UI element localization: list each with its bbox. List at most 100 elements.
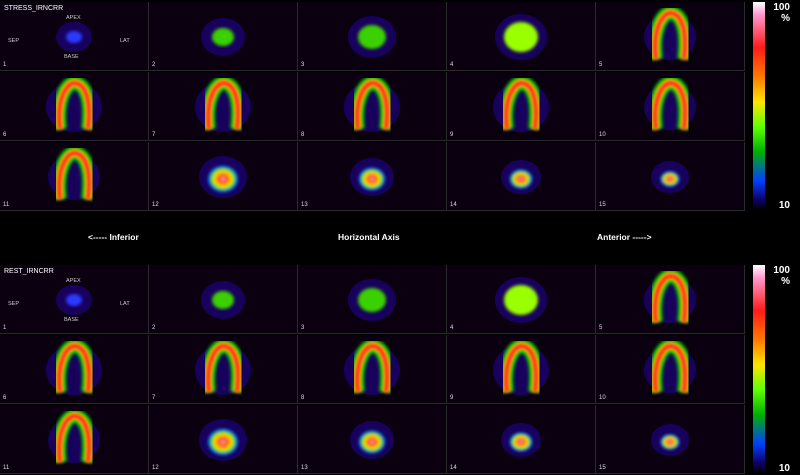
slice-5[interactable]: 5 [596, 2, 745, 71]
orientation-left: SEP [8, 301, 20, 307]
slice-number: 15 [599, 465, 606, 471]
slice-15[interactable]: 15 [596, 405, 745, 474]
slice-6[interactable]: 6 [0, 72, 149, 141]
slice-image [651, 424, 689, 456]
stress-title: STRESS_IRNCRR [4, 5, 64, 12]
slice-number: 10 [599, 395, 606, 401]
slice-number: 11 [3, 202, 10, 208]
slice-number: 7 [152, 132, 156, 138]
axis-label-row: <----- Inferior Horizontal Axis Anterior… [0, 232, 745, 252]
orientation-left: SEP [8, 38, 20, 44]
slice-image [348, 279, 396, 321]
slice-4[interactable]: 4 [447, 265, 596, 334]
slice-1[interactable]: 1 APEX SEP LAT BASE [0, 2, 149, 71]
slice-image [199, 419, 247, 461]
rest-scale-unit: % [781, 276, 790, 287]
slice-image [501, 423, 541, 457]
slice-number: 3 [301, 325, 305, 331]
apical-uptake [358, 430, 386, 454]
slice-1[interactable]: 1 APEX SEP LAT BASE [0, 265, 149, 334]
slice-image [344, 338, 400, 395]
slice-number: 4 [450, 325, 454, 331]
slice-number: 14 [450, 202, 457, 208]
axis-inferior-label: <----- Inferior [88, 232, 139, 242]
slice-number: 9 [450, 132, 454, 138]
slice-15[interactable]: 15 [596, 142, 745, 211]
slice-number: 12 [152, 465, 159, 471]
slice-number: 11 [3, 465, 10, 471]
slice-image [344, 75, 400, 132]
slice-image [495, 14, 547, 60]
slice-13[interactable]: 13 [298, 405, 447, 474]
orientation-top: APEX [66, 15, 81, 21]
slice-8[interactable]: 8 [298, 72, 447, 141]
axis-horizontal-label: Horizontal Axis [338, 232, 400, 242]
slice-number: 6 [3, 132, 7, 138]
slice-image [195, 338, 251, 395]
slice-2[interactable]: 2 [149, 2, 298, 71]
slice-14[interactable]: 14 [447, 405, 596, 474]
slice-number: 2 [152, 62, 156, 68]
slice-11[interactable]: 11 [0, 142, 149, 211]
axis-anterior-label: Anterior -----> [597, 232, 652, 242]
slice-image [493, 338, 549, 395]
uptake-region [504, 22, 538, 52]
slice-number: 4 [450, 62, 454, 68]
uptake-region [212, 291, 234, 309]
slice-7[interactable]: 7 [149, 72, 298, 141]
slice-4[interactable]: 4 [447, 2, 596, 71]
slice-3[interactable]: 3 [298, 265, 447, 334]
slice-number: 2 [152, 325, 156, 331]
orientation-bottom: BASE [64, 54, 79, 60]
slice-11[interactable]: 11 [0, 405, 149, 474]
slice-image [644, 75, 696, 130]
slice-6[interactable]: 6 [0, 335, 149, 404]
slice-2[interactable]: 2 [149, 265, 298, 334]
stress-color-scale: 100 % 10 [750, 2, 795, 212]
slice-image [644, 5, 696, 60]
slice-number: 15 [599, 202, 606, 208]
slice-image [651, 161, 689, 193]
slice-12[interactable]: 12 [149, 405, 298, 474]
slice-10[interactable]: 10 [596, 72, 745, 141]
slice-number: 7 [152, 395, 156, 401]
uptake-region [66, 31, 82, 43]
slice-12[interactable]: 12 [149, 142, 298, 211]
slice-image [644, 338, 696, 393]
slice-number: 6 [3, 395, 7, 401]
slice-number: 10 [599, 132, 606, 138]
apical-uptake [207, 428, 239, 456]
slice-number: 13 [301, 465, 308, 471]
slice-7[interactable]: 7 [149, 335, 298, 404]
apical-uptake [660, 171, 680, 187]
slice-9[interactable]: 9 [447, 72, 596, 141]
slice-14[interactable]: 14 [447, 142, 596, 211]
slice-image [350, 421, 394, 459]
uptake-region [66, 294, 82, 306]
slice-image [201, 18, 245, 56]
slice-9[interactable]: 9 [447, 335, 596, 404]
stress-scale-max: 100 [773, 2, 790, 13]
rest-panel: REST_IRNCRR 1 APEX SEP LAT BASE 2 3 4 5 6 7 8 9 10 11 1… [0, 265, 745, 474]
rest-color-scale: 100 % 10 [750, 265, 795, 475]
slice-3[interactable]: 3 [298, 2, 447, 71]
slice-8[interactable]: 8 [298, 335, 447, 404]
slice-number: 14 [450, 465, 457, 471]
slice-5[interactable]: 5 [596, 265, 745, 334]
slice-image [501, 160, 541, 194]
orientation-top: APEX [66, 278, 81, 284]
uptake-region [212, 28, 234, 46]
stress-scale-min: 10 [778, 200, 790, 211]
rest-slice-grid: 1 APEX SEP LAT BASE 2 3 4 5 6 7 8 9 10 11 12 13 14 15 [0, 265, 745, 474]
apical-uptake [660, 434, 680, 450]
slice-number: 1 [3, 62, 7, 68]
slice-image [195, 75, 251, 132]
rest-scale-min: 10 [778, 463, 790, 474]
slice-10[interactable]: 10 [596, 335, 745, 404]
slice-image [48, 408, 100, 463]
uptake-region [358, 25, 386, 49]
slice-13[interactable]: 13 [298, 142, 447, 211]
orientation-right: LAT [120, 301, 130, 307]
slice-number: 8 [301, 395, 305, 401]
stress-scale-unit: % [781, 13, 790, 24]
